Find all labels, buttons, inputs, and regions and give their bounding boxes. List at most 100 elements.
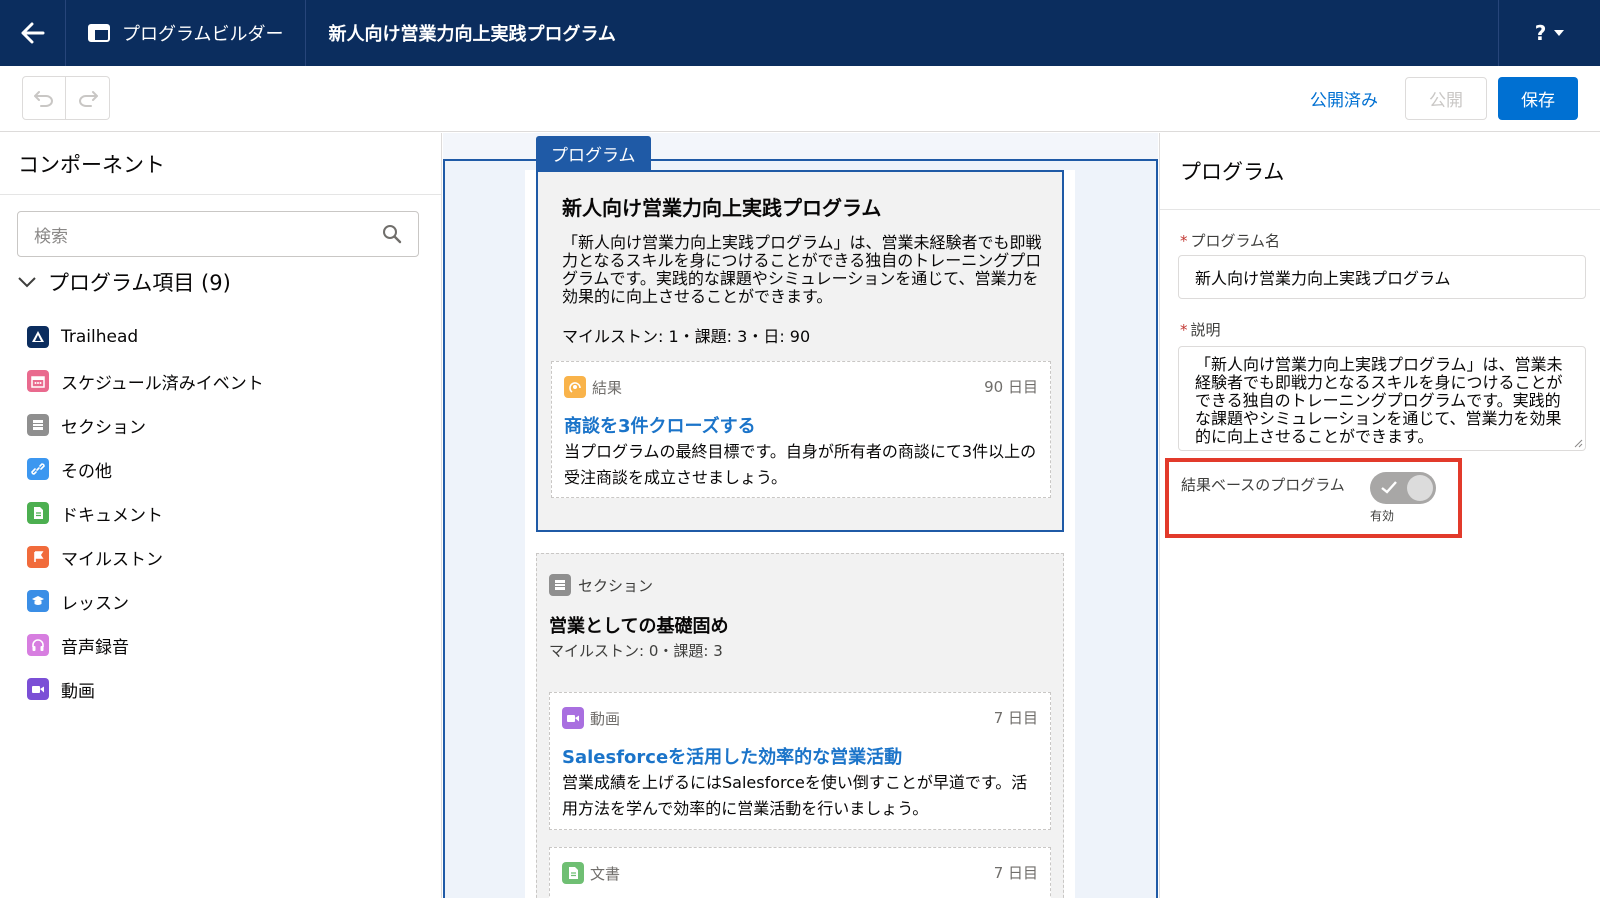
- description-label-text: 説明: [1190, 321, 1221, 339]
- video-icon: [27, 678, 49, 700]
- outcome-card[interactable]: 結果 90 日目 商談を3件クローズする 当プログラムの最終目標です。自身が所有…: [551, 361, 1051, 498]
- section-title: 営業としての基礎固め: [549, 616, 729, 637]
- redo-icon: [78, 91, 98, 107]
- section-type: セクション: [549, 574, 653, 596]
- published-link[interactable]: 公開済み: [1310, 86, 1378, 111]
- video-icon: [562, 707, 584, 729]
- component-label: セクション: [61, 417, 146, 438]
- component-label: ドキュメント: [61, 505, 163, 526]
- program-items-section-toggle[interactable]: プログラム項目 (9): [18, 267, 231, 297]
- video-day: 7 日目: [993, 709, 1038, 727]
- video-description: 営業成績を上げるにはSalesforceを使い倒すことが早道です。活用方法を学ん…: [562, 773, 1028, 818]
- redo-button[interactable]: [66, 76, 110, 120]
- outcome-link[interactable]: 商談を3件クローズする: [564, 412, 756, 438]
- component-item-video[interactable]: 動画: [27, 667, 417, 711]
- component-item-section[interactable]: セクション: [27, 403, 417, 447]
- program-name-field[interactable]: 新人向け営業力向上実践プログラム: [1178, 255, 1586, 299]
- component-label: レッスン: [61, 593, 129, 614]
- component-item-trailhead[interactable]: Trailhead: [27, 315, 417, 359]
- video-type-label: 動画: [590, 709, 621, 728]
- calendar-icon: [27, 370, 49, 392]
- milestone-icon: [27, 546, 49, 568]
- help-label: ?: [1534, 21, 1547, 45]
- undo-icon: [34, 91, 53, 107]
- publish-button[interactable]: 公開: [1405, 77, 1487, 120]
- builder-icon: [88, 24, 110, 42]
- program-card-meta: マイルストン: 1・課題: 3・日: 90: [562, 327, 811, 346]
- section-icon: [27, 414, 49, 436]
- components-panel: コンポーネント 検索 プログラム項目 (9) Trailhead スケジュール済…: [0, 133, 442, 898]
- top-header: プログラムビルダー 新人向け営業力向上実践プログラム ?: [0, 0, 1600, 66]
- outcome-description: 当プログラムの最終目標です。自身が所有者の商談にて3件以上の受注商談を成立させま…: [564, 442, 1037, 487]
- section-icon: [549, 574, 571, 596]
- video-link[interactable]: Salesforceを活用した効率的な営業活動: [562, 743, 902, 769]
- component-label: 音声録音: [61, 637, 129, 658]
- app-title: プログラムビルダー: [66, 0, 307, 66]
- outcome-based-label: 結果ベースのプログラム: [1181, 476, 1345, 494]
- lesson-icon: [27, 590, 49, 612]
- component-label: 動画: [61, 681, 95, 702]
- program-card-title: 新人向け営業力向上実践プログラム: [562, 196, 882, 220]
- component-label: スケジュール済みイベント: [61, 373, 264, 394]
- document-icon: [562, 862, 584, 884]
- section-card[interactable]: セクション 営業としての基礎固め マイルストン: 0・課題: 3 動画 7 日目…: [536, 553, 1064, 898]
- outcome-day: 90 日目: [984, 378, 1038, 396]
- required-marker: *: [1180, 232, 1188, 250]
- program-name-label-text: プログラム名: [1190, 232, 1281, 250]
- component-item-milestone[interactable]: マイルストン: [27, 535, 417, 579]
- program-card[interactable]: 新人向け営業力向上実践プログラム 「新人向け営業力向上実践プログラム」は、営業未…: [536, 170, 1064, 532]
- undo-button[interactable]: [22, 76, 66, 120]
- outcome-based-toggle[interactable]: [1370, 472, 1436, 504]
- outcome-based-toggle-highlight: 結果ベースのプログラム 有効: [1165, 458, 1462, 538]
- app-title-label: プログラムビルダー: [122, 24, 284, 45]
- toggle-knob: [1407, 475, 1433, 501]
- component-item-audio[interactable]: 音声録音: [27, 623, 417, 667]
- program-tab-label[interactable]: プログラム: [536, 136, 651, 170]
- back-button[interactable]: [0, 0, 66, 66]
- program-title: 新人向け営業力向上実践プログラム: [328, 24, 616, 45]
- toggle-caption: 有効: [1370, 509, 1395, 523]
- program-card-description: 「新人向け営業力向上実践プログラム」は、営業未経験者でも即戦力となるスキルを身に…: [562, 233, 1042, 306]
- undo-redo-group: [22, 76, 110, 120]
- resize-handle-icon[interactable]: [1573, 438, 1583, 448]
- builder-canvas: プログラム 新人向け営業力向上実践プログラム 「新人向け営業力向上実践プログラム…: [443, 133, 1158, 898]
- outcome-type-label: 結果: [592, 378, 623, 397]
- description-text: 「新人向け営業力向上実践プログラム」は、営業未経験者でも即戦力となるスキルを身に…: [1195, 355, 1563, 446]
- document-day: 7 日目: [993, 864, 1038, 882]
- search-placeholder: 検索: [34, 226, 68, 247]
- headphones-icon: [27, 634, 49, 656]
- required-marker: *: [1180, 321, 1188, 339]
- component-item-lesson[interactable]: レッスン: [27, 579, 417, 623]
- chevron-down-icon: [18, 276, 36, 287]
- properties-title: プログラム: [1160, 133, 1600, 210]
- components-title: コンポーネント: [0, 133, 441, 195]
- video-type: 動画: [562, 707, 620, 729]
- chevron-down-icon: [1554, 30, 1565, 36]
- component-list: Trailhead スケジュール済みイベント セクション その他 ドキュメント: [27, 315, 417, 711]
- search-input[interactable]: 検索: [17, 211, 419, 257]
- component-label: その他: [61, 461, 112, 482]
- arrow-left-icon: [21, 22, 44, 44]
- component-label: マイルストン: [61, 549, 163, 570]
- component-item-other[interactable]: その他: [27, 447, 417, 491]
- description-textarea[interactable]: 「新人向け営業力向上実践プログラム」は、営業未経験者でも即戦力となるスキルを身に…: [1178, 346, 1586, 451]
- link-icon: [27, 458, 49, 480]
- document-card[interactable]: 文書 7 日目: [549, 847, 1051, 898]
- search-icon: [383, 225, 402, 244]
- check-icon: [1381, 481, 1397, 494]
- component-item-scheduled-event[interactable]: スケジュール済みイベント: [27, 359, 417, 403]
- component-item-document[interactable]: ドキュメント: [27, 491, 417, 535]
- document-type: 文書: [562, 862, 620, 884]
- outcome-type: 結果: [564, 376, 622, 398]
- outcome-icon: [564, 376, 586, 398]
- document-type-label: 文書: [590, 864, 621, 883]
- component-label: Trailhead: [61, 327, 139, 347]
- properties-panel: プログラム * プログラム名 新人向け営業力向上実践プログラム * 説明 「新人向け…: [1159, 133, 1600, 898]
- video-card[interactable]: 動画 7 日目 Salesforceを活用した効率的な営業活動 営業成績を上げる…: [549, 692, 1051, 830]
- help-menu-button[interactable]: ?: [1498, 0, 1600, 66]
- program-items-label: プログラム項目 (9): [48, 271, 231, 295]
- section-type-label: セクション: [578, 576, 654, 595]
- save-button[interactable]: 保存: [1498, 77, 1578, 120]
- description-label: * 説明: [1180, 319, 1221, 340]
- program-name-label: * プログラム名: [1180, 230, 1280, 251]
